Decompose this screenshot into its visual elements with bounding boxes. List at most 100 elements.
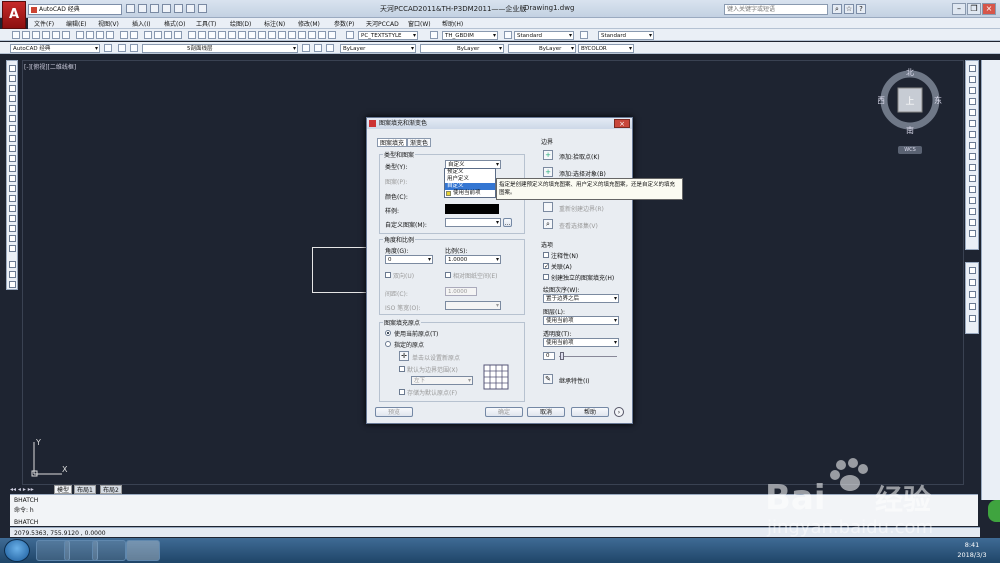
angle-select[interactable]: 0 xyxy=(385,255,433,264)
viewcube[interactable]: 上 北 南 东 西 xyxy=(878,66,942,136)
tool-new-icon[interactable] xyxy=(12,31,20,39)
text-tool-icon[interactable] xyxy=(9,271,16,278)
join-tool-icon[interactable] xyxy=(969,197,976,204)
sample-swatch[interactable] xyxy=(445,204,499,214)
coordinates-readout[interactable]: 2079.5363, 755.9120 , 0.0000 xyxy=(14,530,106,537)
menu-modify[interactable]: 修改(M) xyxy=(298,19,320,28)
menu-dimension[interactable]: 标注(N) xyxy=(264,19,285,28)
draworder-text-icon[interactable] xyxy=(969,315,976,322)
arc-tool-icon[interactable] xyxy=(9,115,16,122)
array-tool-icon[interactable] xyxy=(969,109,976,116)
table-style-select[interactable]: Standard xyxy=(514,31,574,40)
viewcube-east[interactable]: 东 xyxy=(934,95,942,105)
task-pccad-icon[interactable] xyxy=(126,540,160,561)
tool-redo-icon[interactable] xyxy=(130,31,138,39)
custom-pattern-browse-button[interactable]: … xyxy=(503,218,512,227)
rectangle-tool-icon[interactable] xyxy=(9,105,16,112)
add-selected-icon[interactable] xyxy=(9,261,16,268)
tab-nav-arrows[interactable]: ◂◂ ◂ ▸ ▸▸ xyxy=(10,486,34,493)
stretch-tool-icon[interactable] xyxy=(969,153,976,160)
layer-state-icon[interactable] xyxy=(130,44,138,52)
make-block-icon[interactable] xyxy=(9,185,16,192)
tool-paste-icon[interactable] xyxy=(96,31,104,39)
tool-extra4-icon[interactable] xyxy=(288,31,296,39)
layer-manager-icon[interactable] xyxy=(118,44,126,52)
tool-palettes-icon[interactable] xyxy=(208,31,216,39)
menu-insert[interactable]: 插入(I) xyxy=(132,19,150,28)
origin-position-select[interactable]: 左下 xyxy=(411,376,473,385)
tool-plot-icon[interactable] xyxy=(42,31,50,39)
tool-markup-icon[interactable] xyxy=(228,31,236,39)
tool-calc-icon[interactable] xyxy=(238,31,246,39)
search-input[interactable]: 键入关键字或短语 xyxy=(724,4,828,15)
make-current-icon[interactable] xyxy=(302,44,310,52)
tab-hatch[interactable]: 图案填充 xyxy=(377,138,408,147)
menu-window[interactable]: 窗口(W) xyxy=(408,19,431,28)
draw-order-select[interactable]: 置于边界之后 xyxy=(543,294,619,303)
tool-cut-icon[interactable] xyxy=(76,31,84,39)
tool-open-icon[interactable] xyxy=(22,31,30,39)
default-boundary-checkbox[interactable] xyxy=(399,366,405,372)
circle-tool-icon[interactable] xyxy=(9,125,16,132)
close-button[interactable]: × xyxy=(982,3,996,15)
layer-prev-icon[interactable] xyxy=(314,44,322,52)
tab-layout2[interactable]: 布局2 xyxy=(100,485,122,494)
viewcube-top-face[interactable]: 上 xyxy=(905,96,914,107)
menu-view[interactable]: 视图(V) xyxy=(98,19,119,28)
viewcube-north[interactable]: 北 xyxy=(906,68,914,77)
view-selection-icon[interactable]: ⌕ xyxy=(543,219,553,229)
erase-tool-icon[interactable] xyxy=(969,65,976,72)
cancel-button[interactable]: 取消 xyxy=(527,407,565,417)
spline-tool-icon[interactable] xyxy=(9,145,16,152)
clock[interactable]: 8:41 2018/3/3 xyxy=(952,540,992,560)
ellipse-arc-tool-icon[interactable] xyxy=(9,165,16,172)
task-app3-icon[interactable] xyxy=(92,540,126,561)
system-tray[interactable] xyxy=(822,544,942,556)
recreate-boundary-label[interactable]: 重新创建边界(R) xyxy=(559,204,604,213)
mtext-tool-icon[interactable] xyxy=(9,245,16,252)
draworder-above-icon[interactable] xyxy=(969,291,976,298)
pline-tool-icon[interactable] xyxy=(9,85,16,92)
associative-checkbox[interactable]: ✓ xyxy=(543,263,549,270)
save-icon[interactable] xyxy=(150,4,159,13)
tool-save-icon[interactable] xyxy=(32,31,40,39)
redo-icon[interactable] xyxy=(186,4,195,13)
menu-file[interactable]: 文件(F) xyxy=(34,19,54,28)
menu-pccad[interactable]: 天河PCCAD xyxy=(366,19,399,28)
scale-select[interactable]: 1.0000 xyxy=(445,255,501,264)
dropdown-option-current[interactable]: 使用当前项 xyxy=(445,190,495,197)
viewcube-west[interactable]: 西 xyxy=(878,96,885,105)
app-logo-icon[interactable]: A xyxy=(2,1,26,29)
tool-extra8-icon[interactable] xyxy=(328,31,336,39)
revcloud-tool-icon[interactable] xyxy=(9,135,16,142)
plotstyle-select[interactable]: BYCOLOR xyxy=(578,44,634,53)
recreate-boundary-icon[interactable] xyxy=(543,202,553,212)
menu-help[interactable]: 帮助(H) xyxy=(442,19,463,28)
annotative-checkbox[interactable] xyxy=(543,252,549,258)
add-select-icon[interactable]: + xyxy=(543,167,553,177)
mirror-tool-icon[interactable] xyxy=(969,87,976,94)
layer-iso-icon[interactable] xyxy=(326,44,334,52)
search-icon[interactable]: ⌕ xyxy=(832,4,842,14)
undo-icon[interactable] xyxy=(174,4,183,13)
tool-zoom-icon[interactable] xyxy=(154,31,162,39)
tool-sheetset-icon[interactable] xyxy=(218,31,226,39)
tool-undo-icon[interactable] xyxy=(120,31,128,39)
ellipse-tool-icon[interactable] xyxy=(9,155,16,162)
tool-extra2-icon[interactable] xyxy=(268,31,276,39)
add-pick-label[interactable]: 添加:拾取点(K) xyxy=(559,152,600,161)
tool-pan-icon[interactable] xyxy=(144,31,152,39)
tool-extra1-icon[interactable] xyxy=(258,31,266,39)
extend-tool-icon[interactable] xyxy=(969,175,976,182)
menu-parametric[interactable]: 参数(P) xyxy=(334,19,354,28)
workspace-combo[interactable]: AutoCAD 经典 xyxy=(10,44,100,53)
set-origin-icon[interactable]: ✛ xyxy=(399,351,409,361)
dropdown-option-predefined[interactable]: 预定义 xyxy=(445,169,495,176)
new-icon[interactable] xyxy=(126,4,135,13)
trim-tool-icon[interactable] xyxy=(969,164,976,171)
draworder-front-icon[interactable] xyxy=(969,267,976,274)
layer-select-dialog[interactable]: 使用当前项 xyxy=(543,316,619,325)
tool-copy-icon[interactable] xyxy=(86,31,94,39)
preview-button[interactable]: 预览 xyxy=(375,407,413,417)
menu-tools[interactable]: 工具(T) xyxy=(196,19,216,28)
